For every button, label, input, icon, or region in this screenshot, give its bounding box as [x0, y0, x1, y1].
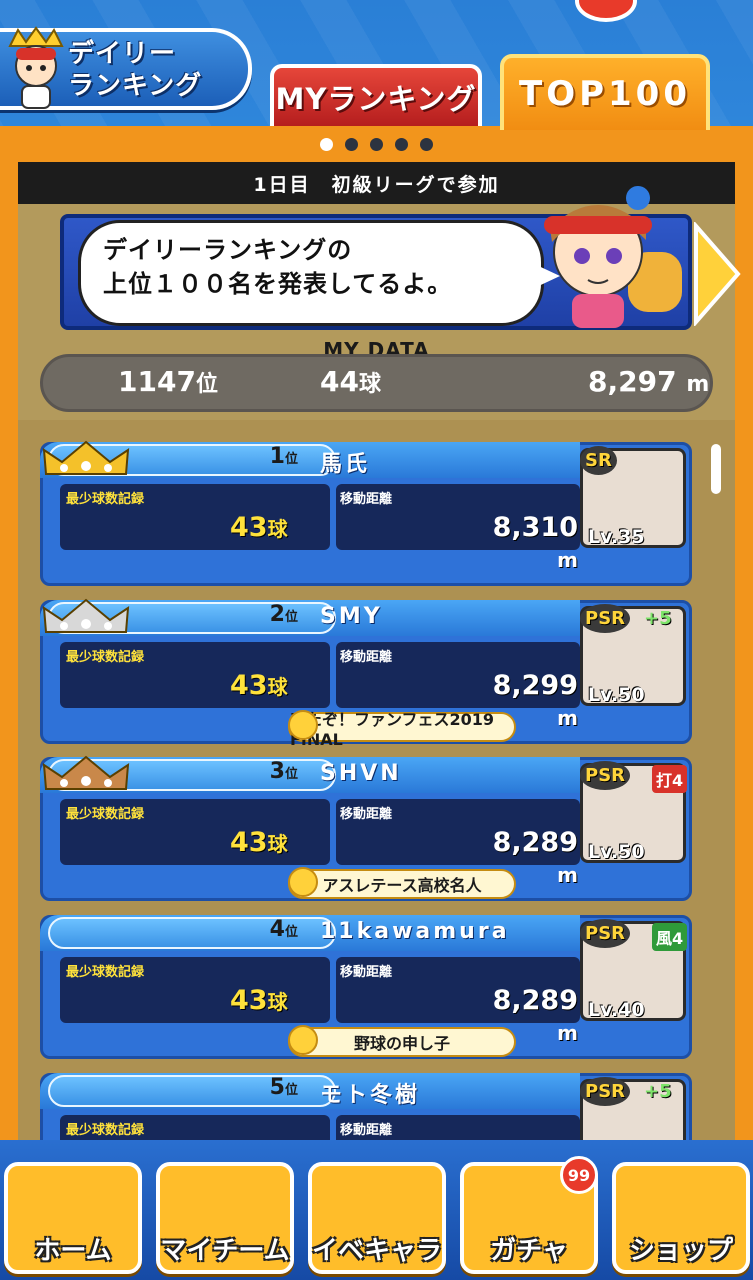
nav-label: ホーム [34, 1236, 112, 1266]
ball-count: 43球 [230, 670, 288, 701]
distance-label: 移動距離 [340, 650, 393, 665]
crown-icon [42, 755, 130, 790]
distance-label: 移動距離 [340, 492, 393, 507]
ball-count: 43球 [230, 512, 288, 543]
rarity-badge: PSR [580, 761, 631, 790]
level-label: Lv.40 [588, 999, 645, 1021]
ball-count: 43球 [230, 827, 288, 858]
page-title-line2: ランキング [68, 71, 203, 101]
page-dot-2[interactable] [345, 138, 358, 151]
page-title: デイリー ランキング [68, 38, 202, 102]
title-chip: アスレテース高校名人 [288, 869, 516, 899]
nav-label: ショップ [628, 1236, 733, 1266]
distance-label: 移動距離 [340, 965, 393, 980]
title-chip: 野球の申し子 [288, 1027, 516, 1057]
rarity-badge: PSR [580, 919, 631, 948]
rarity-badge: PSR [580, 604, 631, 633]
guide-message-line1: デイリーランキングの [103, 236, 353, 264]
level-label: Lv.50 [588, 841, 645, 863]
rank-number: 1位 [269, 444, 298, 469]
rarity-badge: SR [580, 446, 617, 475]
page-dot-5[interactable] [420, 138, 433, 151]
ranking-card[interactable]: 4位 11kawamura 最少球数記録 移動距離 43球 8,289 m PSR 風4 Lv.… [40, 915, 692, 1059]
title-icon [288, 710, 318, 740]
title-icon [288, 867, 318, 897]
page-dot-1[interactable] [320, 138, 333, 151]
scrollbar[interactable] [711, 444, 721, 494]
mydata-distance: 8,297 m [588, 365, 710, 398]
rank-number: 4位 [269, 917, 298, 942]
nav-label: ガチャ [490, 1236, 568, 1266]
rank-number: 3位 [269, 759, 298, 784]
record-label: 最少球数記録 [66, 965, 145, 980]
title-chip: 来たぞ！ファンフェス2019 FINAL [288, 710, 516, 749]
level-label: Lv.35 [588, 526, 645, 548]
record-label: 最少球数記録 [66, 807, 145, 822]
player-name: SMY [320, 604, 383, 629]
ranking-card[interactable]: 3位 SHVN 最少球数記録 移動距離 43球 8,289 m PSR 打4 Lv.50 アスレテ… [40, 755, 692, 901]
skill-badge: 打4 [652, 765, 688, 793]
plus-badge: +5 [644, 1081, 672, 1102]
title-badge: デイリー ランキング [0, 26, 252, 110]
rank-number: 5位 [269, 1075, 298, 1100]
crown-icon [42, 440, 130, 475]
title-icon [288, 1025, 318, 1055]
player-name: 11kawamura [320, 919, 510, 944]
page-title-line1: デイリー [68, 39, 177, 69]
level-label: Lv.50 [588, 684, 645, 706]
mydata-rank: 1147位 [118, 365, 218, 398]
page-indicator [0, 138, 753, 151]
rank-number: 2位 [269, 602, 298, 627]
notification-badge: 99 [560, 1156, 598, 1194]
nav-label: イベキャラ [311, 1236, 442, 1266]
player-name: モト冬樹 [320, 1083, 421, 1108]
mascot-crown-icon [8, 26, 64, 109]
rarity-badge: PSR [580, 1077, 631, 1106]
page-dot-4[interactable] [395, 138, 408, 151]
ranking-card[interactable]: 1位 馬氏最少球数記録 移動距離 43球 8,310 m SR Lv.35 [40, 440, 692, 586]
guide-speech-bubble: デイリーランキングの 上位１００名を発表してるよ。 [78, 220, 544, 326]
ball-count: 43球 [230, 985, 288, 1016]
skill-badge: 風4 [652, 923, 688, 951]
player-name: SHVN [320, 761, 402, 786]
distance-value: 8,310 m [492, 512, 578, 572]
player-name: 馬氏 [320, 452, 371, 477]
tab-my-ranking[interactable]: MYランキング [270, 64, 482, 126]
distance-label: 移動距離 [340, 1123, 393, 1138]
plus-badge: +5 [644, 608, 672, 629]
record-label: 最少球数記録 [66, 650, 145, 665]
ranking-card[interactable]: 2位 SMY 最少球数記録 移動距離 43球 8,299 m PSR +5 Lv.50 来たぞ！フ… [40, 598, 692, 749]
record-label: 最少球数記録 [66, 492, 145, 507]
page-dot-3[interactable] [370, 138, 383, 151]
tab-top100[interactable]: TOP100 [500, 54, 710, 130]
guide-character-icon [544, 186, 682, 328]
crown-icon [42, 598, 130, 633]
mydata-balls: 44球 [320, 365, 381, 398]
nav-label: マイチーム [160, 1236, 290, 1266]
next-arrow-icon[interactable] [692, 222, 742, 326]
guide-message-line2: 上位１００名を発表してるよ。 [103, 270, 453, 298]
record-label: 最少球数記録 [66, 1123, 145, 1138]
distance-label: 移動距離 [340, 807, 393, 822]
